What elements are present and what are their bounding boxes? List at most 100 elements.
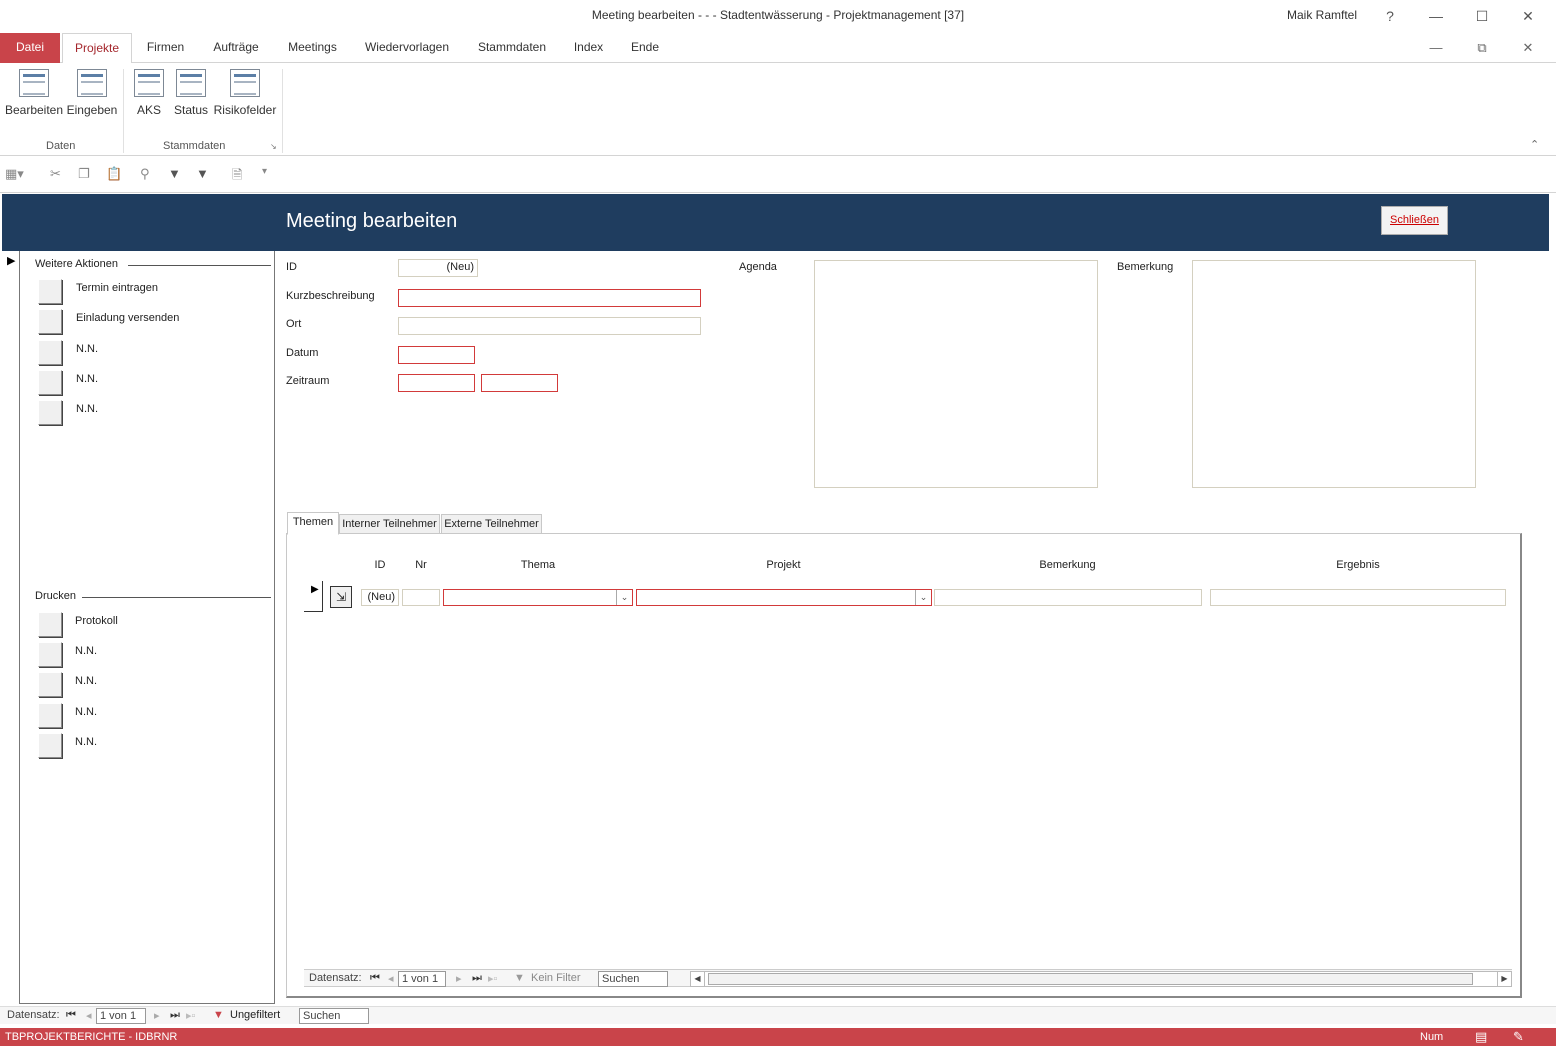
open-thema-button[interactable]: ⇲ (330, 586, 352, 608)
design-view-icon[interactable]: ✎ (1513, 1029, 1524, 1045)
horizontal-scrollbar[interactable]: ◀ ▶ (690, 971, 1512, 987)
ort-field[interactable] (398, 317, 701, 335)
last-record-icon[interactable]: ⏭ (170, 1009, 180, 1022)
next-record-icon[interactable]: ▸ (154, 1009, 160, 1022)
copy-icon[interactable]: ❐ (78, 166, 90, 182)
action-nn-button[interactable] (38, 340, 62, 365)
form-view-icon[interactable]: ▤ (1475, 1029, 1487, 1045)
id-label: ID (286, 261, 297, 273)
scroll-right-icon[interactable]: ▶ (1497, 972, 1511, 986)
main-search-input[interactable]: Suchen (299, 1008, 369, 1024)
tab-index[interactable]: Index (566, 33, 611, 63)
tab-auftraege[interactable]: Aufträge (203, 33, 269, 63)
einladung-versenden-button[interactable] (38, 309, 62, 334)
title-bar: Meeting bearbeiten - - - Stadtentwässeru… (0, 0, 1556, 32)
form-icon (77, 69, 107, 97)
record-selector[interactable]: ▶ (2, 251, 20, 1004)
id-field[interactable]: (Neu) (398, 259, 478, 277)
dialog-launcher-icon[interactable]: ↘ (270, 142, 277, 151)
close-button[interactable]: Schließen (1381, 206, 1448, 235)
view-icon[interactable]: ▦▾ (5, 166, 24, 182)
print-nn-button[interactable] (38, 642, 62, 667)
zeitraum-to-field[interactable] (481, 374, 558, 392)
filter-selection-icon[interactable]: ▼ (168, 166, 181, 181)
agenda-field[interactable] (814, 260, 1098, 488)
mdi-restore-icon[interactable]: ⧉ (1469, 38, 1495, 58)
help-icon[interactable]: ? (1375, 4, 1405, 28)
action-nn-label: N.N. (76, 343, 98, 355)
filter-icon[interactable]: ▼ (196, 166, 209, 181)
kurzbeschreibung-field[interactable] (398, 289, 701, 307)
tab-meetings[interactable]: Meetings (281, 33, 344, 63)
next-record-icon[interactable]: ▸ (456, 972, 462, 985)
scroll-left-icon[interactable]: ◀ (691, 972, 705, 986)
eingeben-button[interactable]: Eingeben (64, 69, 120, 117)
mdi-close-icon[interactable]: ✕ (1515, 38, 1541, 58)
risikofelder-button[interactable]: Risikofelder (213, 69, 277, 117)
tab-ende[interactable]: Ende (623, 33, 667, 63)
form-title: Meeting bearbeiten (286, 210, 458, 232)
prev-record-icon[interactable]: ◂ (86, 1009, 92, 1022)
collapse-ribbon-icon[interactable]: ⌃ (1530, 138, 1539, 151)
tab-datei[interactable]: Datei (0, 33, 60, 63)
cut-icon[interactable]: ✂ (50, 166, 61, 182)
bearbeiten-button[interactable]: Bearbeiten (4, 69, 64, 117)
form-header: Meeting bearbeiten Schließen (2, 194, 1549, 251)
tab-externe-teilnehmer[interactable]: Externe Teilnehmer (441, 514, 542, 534)
row-thema-combo[interactable]: ⌄ (443, 589, 633, 606)
zeitraum-label: Zeitraum (286, 375, 330, 387)
customize-qat-icon[interactable]: ▾ (262, 166, 267, 177)
close-window-icon[interactable]: ✕ (1513, 4, 1543, 28)
subform-record-position[interactable]: 1 von 1 (398, 971, 446, 987)
tab-projekte[interactable]: Projekte (62, 33, 132, 64)
datum-field[interactable] (398, 346, 475, 364)
first-record-icon[interactable]: ⏮ (66, 1009, 76, 1022)
action-nn-button[interactable] (38, 370, 62, 395)
row-ergebnis-cell[interactable] (1210, 589, 1506, 606)
new-record-icon[interactable]: ▸▫ (488, 972, 497, 985)
subform-search-input[interactable]: Suchen (598, 971, 668, 987)
tab-interner-teilnehmer[interactable]: Interner Teilnehmer (339, 514, 440, 534)
row-selector[interactable]: ▶ (304, 581, 323, 612)
print-nn-button[interactable] (38, 733, 62, 758)
row-projekt-combo[interactable]: ⌄ (636, 589, 932, 606)
termin-eintragen-button[interactable] (38, 279, 62, 304)
chevron-down-icon[interactable]: ⌄ (915, 590, 931, 605)
row-bemerkung-cell[interactable] (934, 589, 1202, 606)
row-nr-cell[interactable] (402, 589, 440, 606)
user-name[interactable]: Maik Ramftel (1287, 8, 1357, 22)
divider (82, 597, 271, 598)
bemerkung-field[interactable] (1192, 260, 1476, 488)
main-nav-label: Datensatz: (7, 1009, 60, 1021)
print-nn-button[interactable] (38, 703, 62, 728)
action-nn-button[interactable] (38, 400, 62, 425)
subform-filter-status[interactable]: Kein Filter (531, 972, 581, 984)
scrollbar-thumb[interactable] (708, 973, 1473, 985)
tab-stammdaten[interactable]: Stammdaten (470, 33, 554, 63)
find-icon[interactable]: ⚲ (140, 166, 150, 182)
maximize-icon[interactable]: ☐ (1467, 4, 1497, 28)
protokoll-button[interactable] (38, 612, 62, 637)
refresh-icon[interactable]: 🗎 (232, 166, 242, 188)
tab-wiedervorlagen[interactable]: Wiedervorlagen (357, 33, 457, 63)
prev-record-icon[interactable]: ◂ (388, 972, 394, 985)
status-button[interactable]: Status (173, 69, 209, 117)
group-separator (123, 69, 124, 153)
paste-icon[interactable]: 📋 (106, 166, 122, 182)
aks-button[interactable]: AKS (133, 69, 165, 117)
chevron-down-icon[interactable]: ⌄ (616, 590, 632, 605)
tab-firmen[interactable]: Firmen (138, 33, 193, 63)
first-record-icon[interactable]: ⏮ (370, 972, 380, 985)
last-record-icon[interactable]: ⏭ (472, 972, 482, 985)
new-record-icon[interactable]: ▸▫ (186, 1009, 195, 1022)
minimize-icon[interactable]: — (1421, 4, 1451, 28)
divider (128, 265, 271, 266)
main-record-position[interactable]: 1 von 1 (96, 1008, 146, 1024)
row-id-cell[interactable]: (Neu) (361, 589, 399, 606)
status-bar: TBPROJEKTBERICHTE - IDBRNR Num ▤ ✎ (0, 1028, 1556, 1046)
print-nn-button[interactable] (38, 672, 62, 697)
mdi-minimize-icon[interactable]: — (1423, 38, 1449, 58)
zeitraum-from-field[interactable] (398, 374, 475, 392)
tab-themen[interactable]: Themen (287, 512, 339, 535)
main-filter-status[interactable]: Ungefiltert (230, 1009, 280, 1021)
